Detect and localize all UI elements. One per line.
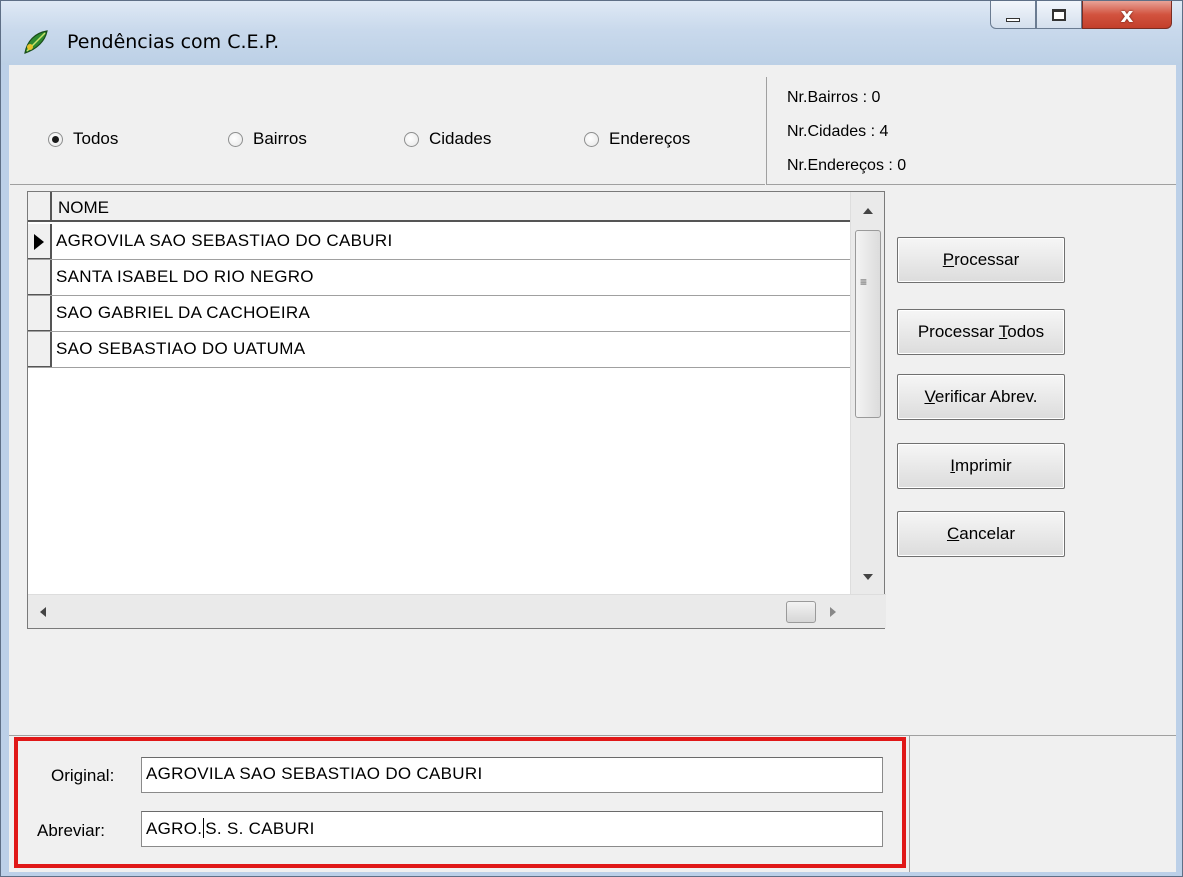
bottom-separator	[9, 735, 1176, 736]
maximize-button[interactable]	[1036, 1, 1082, 29]
current-row-arrow-icon	[34, 234, 44, 250]
highlight-annotation	[14, 737, 906, 868]
grid-header: NOME	[28, 192, 850, 222]
row-indicator	[28, 296, 52, 331]
radio-unchecked-icon	[228, 131, 243, 147]
button-label: Imprimir	[950, 456, 1012, 475]
row-indicator	[28, 260, 52, 295]
bottom-vertical-separator	[909, 735, 910, 872]
horizontal-scrollbar[interactable]	[28, 594, 886, 628]
table-row[interactable]: SANTA ISABEL DO RIO NEGRO	[28, 260, 850, 296]
minimize-icon	[1006, 17, 1020, 22]
radio-enderecos[interactable]: Endereços	[584, 129, 690, 149]
radio-cidades[interactable]: Cidades	[404, 129, 491, 149]
radio-label: Bairros	[253, 129, 307, 148]
count-enderecos: Nr.Endereços : 0	[787, 157, 907, 174]
table-cell: AGROVILA SAO SEBASTIAO DO CABURI	[56, 231, 393, 250]
row-indicator	[28, 224, 52, 259]
verificar-abrev-button[interactable]: Verificar Abrev.	[897, 374, 1065, 420]
close-button[interactable]: x	[1082, 1, 1172, 29]
minimize-button[interactable]	[990, 1, 1036, 29]
table-row[interactable]: SAO SEBASTIAO DO UATUMA	[28, 332, 850, 368]
row-indicator-header	[28, 192, 52, 220]
count-bairros: Nr.Bairros : 0	[787, 89, 881, 106]
scroll-down-icon[interactable]	[863, 574, 873, 580]
button-label: Processar Todos	[917, 322, 1045, 341]
button-label: Processar	[942, 250, 1020, 269]
table-row[interactable]: AGROVILA SAO SEBASTIAO DO CABURI	[28, 224, 850, 260]
table-row[interactable]: SAO GABRIEL DA CACHOEIRA	[28, 296, 850, 332]
count-cidades: Nr.Cidades : 4	[787, 123, 889, 140]
table-cell: SANTA ISABEL DO RIO NEGRO	[56, 267, 314, 286]
button-label: Cancelar	[946, 524, 1016, 543]
radio-unchecked-icon	[404, 131, 419, 147]
client-area: Todos Bairros Cidades Endereços Nr.Bairr…	[9, 65, 1176, 872]
radio-checked-icon	[48, 131, 63, 147]
cancelar-button[interactable]: Cancelar	[897, 511, 1065, 557]
filter-panel: Todos Bairros Cidades Endereços	[10, 77, 765, 185]
scroll-right-icon[interactable]	[830, 607, 836, 617]
counts-panel: Nr.Bairros : 0 Nr.Cidades : 4 Nr.Endereç…	[766, 77, 1176, 185]
grip-icon: ≡	[860, 275, 868, 289]
row-indicator	[28, 332, 52, 367]
close-icon: x	[1120, 2, 1134, 27]
scroll-up-icon[interactable]	[863, 208, 873, 214]
window-title: Pendências com C.E.P.	[67, 31, 280, 53]
radio-label: Todos	[73, 129, 119, 148]
imprimir-button[interactable]: Imprimir	[897, 443, 1065, 489]
radio-bairros[interactable]: Bairros	[228, 129, 307, 149]
button-label: Verificar Abrev.	[924, 387, 1038, 406]
table-cell: SAO GABRIEL DA CACHOEIRA	[56, 303, 311, 322]
table-cell: SAO SEBASTIAO DO UATUMA	[56, 339, 306, 358]
title-bar[interactable]: Pendências com C.E.P. x	[1, 1, 1182, 65]
app-leaf-icon	[24, 30, 48, 54]
scroll-left-icon[interactable]	[40, 607, 46, 617]
main-window: Pendências com C.E.P. x Todos Bairros Ci…	[0, 0, 1183, 877]
processar-button[interactable]: Processar	[897, 237, 1065, 283]
maximize-icon	[1052, 8, 1066, 21]
vertical-scroll-thumb[interactable]	[855, 230, 881, 418]
processar-todos-button[interactable]: Processar Todos	[897, 309, 1065, 355]
column-header-nome[interactable]: NOME	[58, 198, 109, 218]
horizontal-scroll-thumb[interactable]	[786, 601, 816, 623]
radio-label: Endereços	[609, 129, 691, 148]
radio-todos[interactable]: Todos	[48, 129, 118, 149]
radio-unchecked-icon	[584, 131, 599, 147]
radio-label: Cidades	[429, 129, 492, 148]
results-grid[interactable]: NOME AGROVILA SAO SEBASTIAO DO CABURI SA…	[27, 191, 886, 629]
caption-buttons: x	[990, 1, 1172, 33]
vertical-scrollbar[interactable]: ≡	[850, 192, 884, 594]
